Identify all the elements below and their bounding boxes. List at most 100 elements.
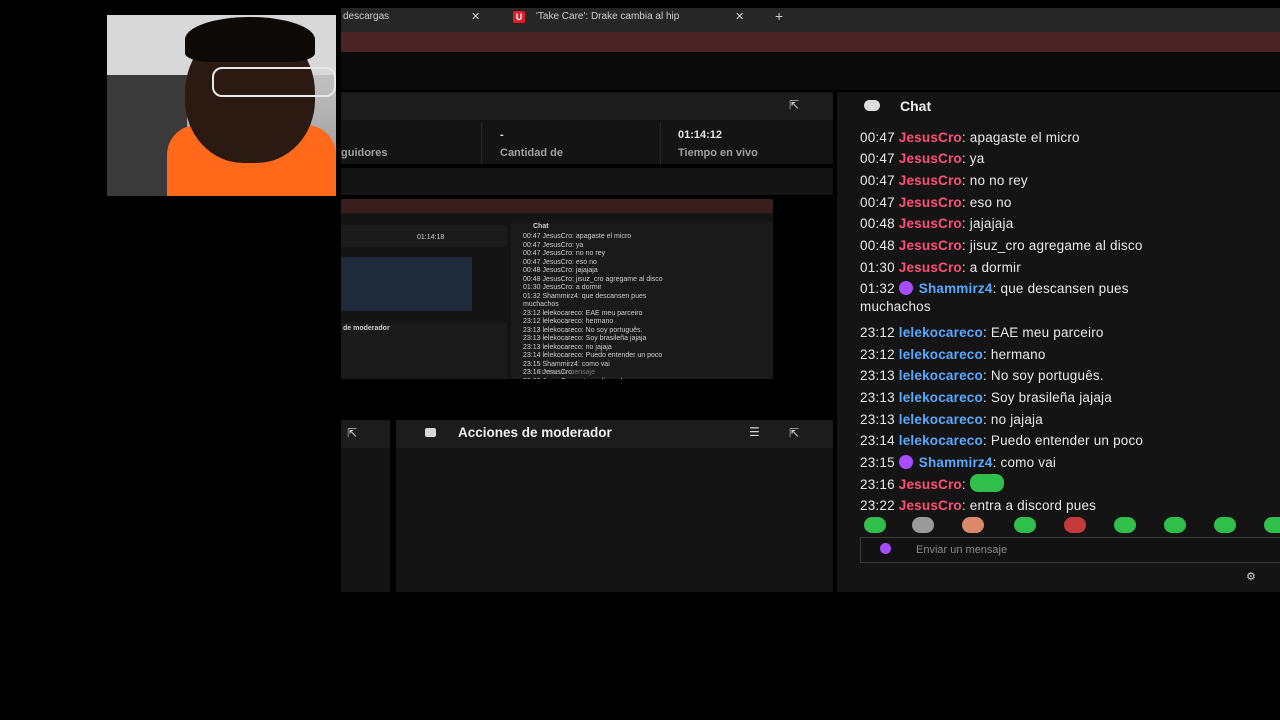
chat-username[interactable]: lelekocareco <box>899 412 983 427</box>
chat-username[interactable]: JesusCro <box>899 130 962 145</box>
mod-panel-title: Acciones de moderador <box>458 425 612 440</box>
tab-descargas-title[interactable]: descargas <box>343 8 389 32</box>
chat-timestamp: 00:47 <box>860 129 895 145</box>
popout-icon[interactable]: ⇱ <box>789 426 799 440</box>
address-bar[interactable] <box>341 32 1280 52</box>
chat-timestamp: 23:13 <box>860 368 895 384</box>
chat-username[interactable]: lelekocareco <box>899 390 983 405</box>
emote-icon[interactable] <box>1214 517 1236 533</box>
subs-label: Cantidad de <box>500 147 563 159</box>
chat-timestamp: 23:15 <box>860 455 895 470</box>
preview-stats: 01:14:18 <box>341 225 507 247</box>
chat-username[interactable]: JesusCro <box>899 216 962 231</box>
preview-chat-line: 00:47 JesusCro: ya <box>523 241 584 249</box>
emote-icon[interactable] <box>864 517 886 533</box>
preview-chat-line: 23:12 lelekocareco: hermano <box>523 318 614 325</box>
preview-chat-line: 01:32 Shammirz4: que descansen pues <box>523 292 647 300</box>
chat-username[interactable]: Shammirz4 <box>919 455 993 470</box>
stream-preview: 01:14:18 de moderador Chat 00:47 JesusCr… <box>341 199 773 379</box>
emote-bar <box>860 517 1280 535</box>
chat-title: Chat <box>900 98 932 114</box>
chat-username[interactable]: JesusCro <box>899 151 962 166</box>
chat-message: 00:47 JesusCro: apagaste el micro <box>860 127 1080 149</box>
chat-timestamp: 01:30 <box>860 259 895 275</box>
sub-badge-icon <box>898 455 913 469</box>
divider <box>481 122 482 164</box>
chat-username[interactable]: lelekocareco <box>899 368 983 383</box>
close-icon[interactable]: ✕ <box>735 8 744 32</box>
popout-icon[interactable]: ⇱ <box>789 98 799 112</box>
chat-text: : ya <box>961 151 985 167</box>
webcam-overlay <box>107 15 336 196</box>
chat-text: : eso no <box>961 194 1012 210</box>
chat-message: 23:22 JesusCro: entra a discord pues <box>860 495 1096 517</box>
chat-message: 23:12 lelekocareco: hermano <box>860 344 1046 366</box>
live-time-label: Tiempo en vivo <box>678 147 758 159</box>
chat-text: : no no rey <box>961 172 1028 188</box>
chat-username[interactable]: lelekocareco <box>899 433 983 448</box>
chat-message: 00:48 JesusCro: jajajaja <box>860 213 1013 235</box>
preview-chat-line: 23:15 Shammirz4: como vai <box>523 360 610 368</box>
chat-timestamp: 00:48 <box>860 216 895 232</box>
chat-message: 00:47 JesusCro: eso no <box>860 192 1012 214</box>
chat-timestamp: 23:22 <box>860 498 895 514</box>
preview-mod-title: de moderador <box>343 325 390 332</box>
preview-input-placeholder: Enviar un mensaje <box>537 369 595 376</box>
close-icon[interactable]: ✕ <box>471 8 480 32</box>
chat-input[interactable]: Enviar un mensaje <box>860 537 1280 563</box>
chat-username[interactable]: JesusCro <box>899 195 962 210</box>
preview-chat-line: 23:13 lelekocareco: No soy português. <box>523 326 643 334</box>
chat-message: 23:16 JesusCro: <box>860 473 1004 496</box>
chat-bubble-icon <box>864 100 880 111</box>
chat-message: 00:47 JesusCro: no no rey <box>860 170 1028 192</box>
chat-text: : a dormir <box>961 259 1021 275</box>
chat-timestamp: 00:47 <box>860 172 895 188</box>
emote-icon[interactable] <box>1114 517 1136 533</box>
preview-chat-lines: 00:47 JesusCro: apagaste el micro 00:47 J… <box>523 233 663 379</box>
chat-username[interactable]: JesusCro <box>899 477 962 492</box>
filter-icon[interactable]: ☰ <box>749 425 760 439</box>
chat-text: : Soy brasileña jajaja <box>982 389 1112 405</box>
chat-text: : jajajaja <box>961 216 1014 232</box>
chat-username[interactable]: JesusCro <box>899 260 962 275</box>
preview-chat-line: 23:14 lelekocareco: Puedo entender un po… <box>523 352 663 359</box>
chat-message: 23:15 Shammirz4: como vai <box>860 452 1056 474</box>
new-tab-button[interactable]: + <box>775 8 783 32</box>
chat-username[interactable]: lelekocareco <box>899 347 983 362</box>
preview-chat-line: muchachos <box>523 301 559 308</box>
emote-icon[interactable] <box>1014 517 1036 533</box>
preview-tabbar <box>341 199 773 213</box>
chat-username[interactable]: JesusCro <box>899 498 962 513</box>
chat-text: : que descansen pues <box>992 281 1129 297</box>
chat-username[interactable]: lelekocareco <box>899 325 983 340</box>
chat-text: : no jajaja <box>982 411 1043 427</box>
chat-timestamp: 00:47 <box>860 194 895 210</box>
emote-icon[interactable] <box>912 517 934 533</box>
sub-badge-icon <box>898 281 913 296</box>
preview-chat-line: 23:13 lelekocareco: no jajaja <box>523 343 612 351</box>
chat-text: : <box>961 476 966 492</box>
preview-chat-line: 23:12 lelekocareco: EAE meu parceiro <box>523 309 643 317</box>
popout-icon[interactable]: ⇱ <box>347 426 357 440</box>
emote-icon[interactable] <box>1064 517 1086 533</box>
chat-timestamp: 23:12 <box>860 324 895 340</box>
chat-timestamp: 23:16 <box>860 476 895 492</box>
chat-text: : como vai <box>992 455 1057 470</box>
activity-bar <box>341 168 833 195</box>
chat-message: 23:14 lelekocareco: Puedo entender un po… <box>860 430 1143 452</box>
tab-take-care-title[interactable]: 'Take Care': Drake cambia al hip <box>536 8 718 32</box>
chat-text: : EAE meu parceiro <box>982 324 1104 340</box>
settings-gear-icon[interactable]: ⚙ <box>1246 570 1256 583</box>
chat-username[interactable]: JesusCro <box>899 238 962 253</box>
chat-username[interactable]: Shammirz4 <box>919 281 993 296</box>
chat-username[interactable]: JesusCro <box>899 173 962 188</box>
webcam-glasses <box>212 67 336 97</box>
mod-shield-icon <box>425 428 436 437</box>
chat-timestamp: 01:32 <box>860 281 895 297</box>
chat-message-continued: muchachos <box>860 299 931 315</box>
stream-stats-panel: ⇱ guidores - Cantidad de 01:14:12 Tiempo… <box>341 92 833 164</box>
emote-icon[interactable] <box>1264 517 1280 533</box>
chat-timestamp: 00:47 <box>860 151 895 167</box>
emote-icon[interactable] <box>962 517 984 533</box>
emote-icon[interactable] <box>1164 517 1186 533</box>
